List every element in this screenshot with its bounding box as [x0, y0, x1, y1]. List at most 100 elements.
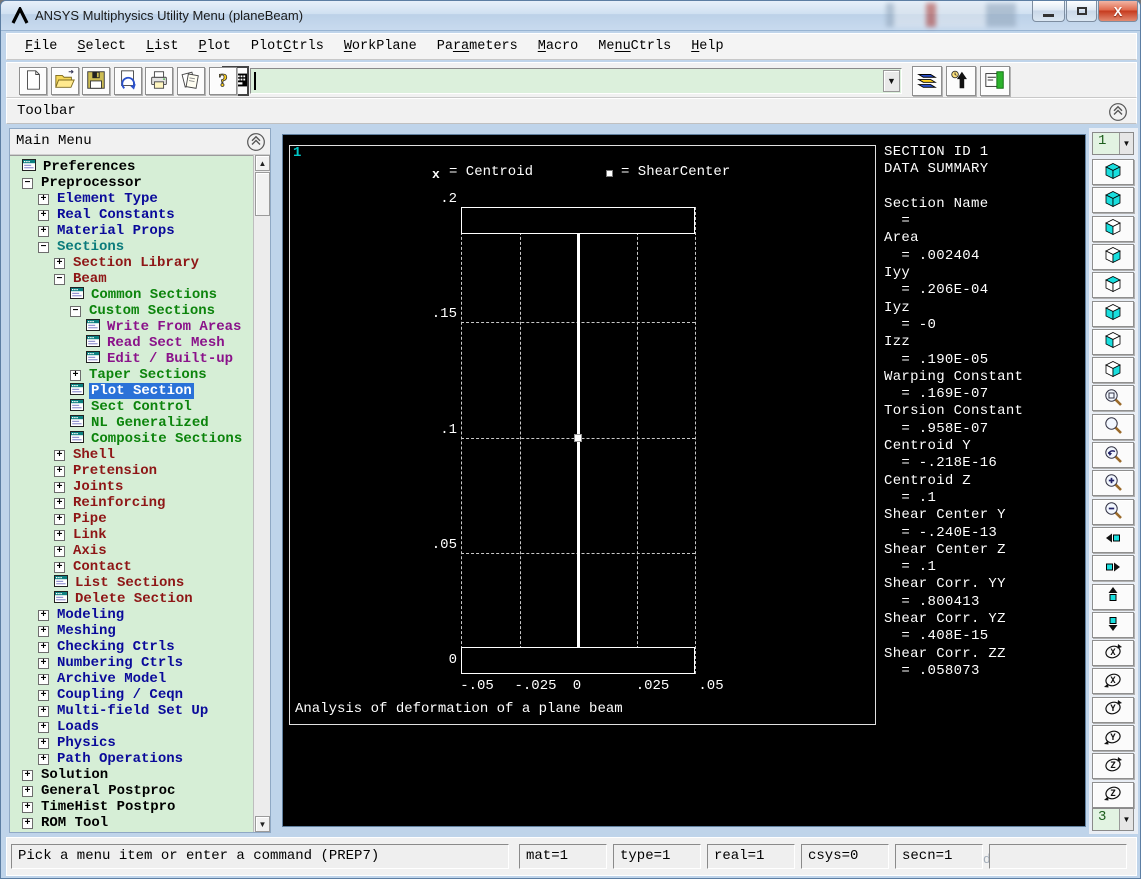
- open-file-button[interactable]: [50, 67, 79, 95]
- expand-plus-icon[interactable]: +: [54, 465, 65, 477]
- new-file-button[interactable]: [19, 67, 47, 95]
- expand-plus-icon[interactable]: +: [54, 449, 65, 461]
- tree-item-custom-sections[interactable]: − Custom Sections: [10, 303, 217, 319]
- expand-plus-icon[interactable]: +: [70, 369, 81, 381]
- pan-right-button[interactable]: [1092, 555, 1134, 582]
- save-db-button[interactable]: [82, 67, 111, 95]
- tree-item-element-type[interactable]: + Element Type: [10, 191, 160, 207]
- tree-item-reinforcing[interactable]: + Reinforcing: [10, 495, 167, 511]
- expand-plus-icon[interactable]: +: [38, 657, 49, 669]
- view-top-button[interactable]: [1092, 272, 1134, 299]
- scroll-up-icon[interactable]: ▲: [255, 155, 270, 171]
- tree-item-path-operations[interactable]: + Path Operations: [10, 751, 185, 767]
- expand-plus-icon[interactable]: +: [38, 721, 49, 733]
- tree-item-rom-tool[interactable]: + ROM Tool: [10, 815, 110, 831]
- menu-list[interactable]: List: [136, 36, 188, 57]
- expand-plus-icon[interactable]: +: [38, 737, 49, 749]
- tree-item-section-library[interactable]: + Section Library: [10, 255, 201, 271]
- expand-plus-icon[interactable]: +: [38, 225, 49, 237]
- rotate-plus-y-button[interactable]: Y: [1092, 696, 1134, 723]
- expand-plus-icon[interactable]: +: [38, 689, 49, 701]
- tree-item-joints[interactable]: + Joints: [10, 479, 125, 495]
- expand-plus-icon[interactable]: +: [38, 641, 49, 653]
- expand-plus-icon[interactable]: +: [38, 753, 49, 765]
- report-generator-button[interactable]: [177, 67, 205, 95]
- main-menu-collapse-chevron-icon[interactable]: [246, 132, 266, 152]
- expand-plus-icon[interactable]: +: [54, 529, 65, 541]
- expand-plus-icon[interactable]: +: [22, 817, 33, 829]
- tree-item-solution[interactable]: + Solution: [10, 767, 110, 783]
- expand-plus-icon[interactable]: +: [38, 673, 49, 685]
- view-oblique-button[interactable]: [1092, 187, 1134, 214]
- expand-plus-icon[interactable]: +: [54, 497, 65, 509]
- dropdown-arrow-icon[interactable]: ▼: [1119, 133, 1133, 154]
- menu-select[interactable]: Select: [67, 36, 136, 57]
- tree-item-write-from-areas[interactable]: Write From Areas: [10, 319, 243, 335]
- tree-item-sect-control[interactable]: Sect Control: [10, 399, 194, 415]
- menu-menuctrls[interactable]: MenuCtrls: [588, 36, 681, 57]
- tree-item-coupling-ceqn[interactable]: + Coupling / Ceqn: [10, 687, 185, 703]
- zoom-window-button[interactable]: [1092, 385, 1134, 412]
- tree-item-modeling[interactable]: + Modeling: [10, 607, 126, 623]
- restore-button[interactable]: [1066, 1, 1097, 22]
- previous-view-button[interactable]: [1092, 442, 1134, 468]
- tree-item-material-props[interactable]: + Material Props: [10, 223, 177, 239]
- expand-plus-icon[interactable]: +: [54, 481, 65, 493]
- expand-plus-icon[interactable]: +: [38, 193, 49, 205]
- tree-item-read-sect-mesh[interactable]: Read Sect Mesh: [10, 335, 227, 351]
- view-right-button[interactable]: [1092, 357, 1134, 384]
- expand-plus-icon[interactable]: +: [54, 561, 65, 573]
- graphics-window[interactable]: 1 x = Centroid = ShearCenter 0 .05 .1 .15 .2 -.05…: [282, 134, 1086, 827]
- tree-item-checking-ctrls[interactable]: + Checking Ctrls: [10, 639, 177, 655]
- expand-plus-icon[interactable]: +: [54, 513, 65, 525]
- command-input[interactable]: ▼: [250, 68, 902, 94]
- command-history-dropdown[interactable]: ▼: [883, 70, 900, 92]
- expand-plus-icon[interactable]: +: [38, 705, 49, 717]
- tree-item-taper-sections[interactable]: + Taper Sections: [10, 367, 209, 383]
- view-isometric-button[interactable]: [1092, 159, 1134, 185]
- minimize-button[interactable]: [1032, 1, 1065, 22]
- tree-item-edit-built-up[interactable]: Edit / Built-up: [10, 351, 235, 367]
- tree-item-archive-model[interactable]: + Archive Model: [10, 671, 168, 687]
- menu-macro[interactable]: Macro: [528, 36, 589, 57]
- tree-item-meshing[interactable]: + Meshing: [10, 623, 118, 639]
- tree-item-pretension[interactable]: + Pretension: [10, 463, 159, 479]
- expand-plus-icon[interactable]: +: [54, 545, 65, 557]
- collapse-minus-icon[interactable]: −: [70, 305, 81, 317]
- reset-picking-button[interactable]: [946, 66, 976, 96]
- menu-plotctrls[interactable]: PlotCtrls: [241, 36, 334, 57]
- rotate-plus-z-button[interactable]: Z: [1092, 753, 1134, 780]
- expand-plus-icon[interactable]: +: [22, 769, 33, 781]
- contact-manager-button[interactable]: [980, 66, 1010, 96]
- pan-left-button[interactable]: [1092, 526, 1134, 553]
- tree-item-pipe[interactable]: + Pipe: [10, 511, 109, 527]
- tree-item-common-sections[interactable]: Common Sections: [10, 287, 219, 303]
- rotate-minus-z-button[interactable]: Z: [1092, 781, 1134, 808]
- scrollbar-thumb[interactable]: [255, 172, 270, 216]
- view-bottom-button[interactable]: [1092, 300, 1134, 327]
- toolbar-collapse-chevron-icon[interactable]: [1108, 102, 1128, 122]
- menu-workplane[interactable]: WorkPlane: [334, 36, 427, 57]
- tree-item-physics[interactable]: + Physics: [10, 735, 118, 751]
- tree-item-axis[interactable]: + Axis: [10, 543, 109, 559]
- rotate-minus-y-button[interactable]: Y: [1092, 725, 1134, 751]
- tree-item-preferences[interactable]: Preferences: [10, 159, 137, 175]
- plot-window-select[interactable]: 1 ▼: [1092, 132, 1134, 155]
- collapse-minus-icon[interactable]: −: [54, 273, 65, 285]
- expand-plus-icon[interactable]: +: [22, 785, 33, 797]
- tree-item-sections[interactable]: − Sections: [10, 239, 126, 255]
- view-front-button[interactable]: [1092, 215, 1134, 242]
- resume-db-button[interactable]: [113, 67, 142, 95]
- close-button[interactable]: X: [1098, 1, 1138, 22]
- view-back-button[interactable]: [1092, 243, 1134, 270]
- tree-item-numbering-ctrls[interactable]: + Numbering Ctrls: [10, 655, 185, 671]
- view-left-button[interactable]: [1092, 328, 1134, 355]
- expand-plus-icon[interactable]: +: [38, 209, 49, 221]
- tree-item-general-postproc[interactable]: + General Postproc: [10, 783, 177, 799]
- tree-item-composite-sections[interactable]: Composite Sections: [10, 431, 244, 447]
- rotate-minus-x-button[interactable]: X: [1092, 668, 1134, 695]
- help-button[interactable]: ?: [208, 67, 237, 95]
- rotate-plus-x-button[interactable]: X: [1092, 640, 1134, 667]
- pan-up-button[interactable]: [1092, 583, 1134, 610]
- expand-plus-icon[interactable]: +: [54, 257, 65, 269]
